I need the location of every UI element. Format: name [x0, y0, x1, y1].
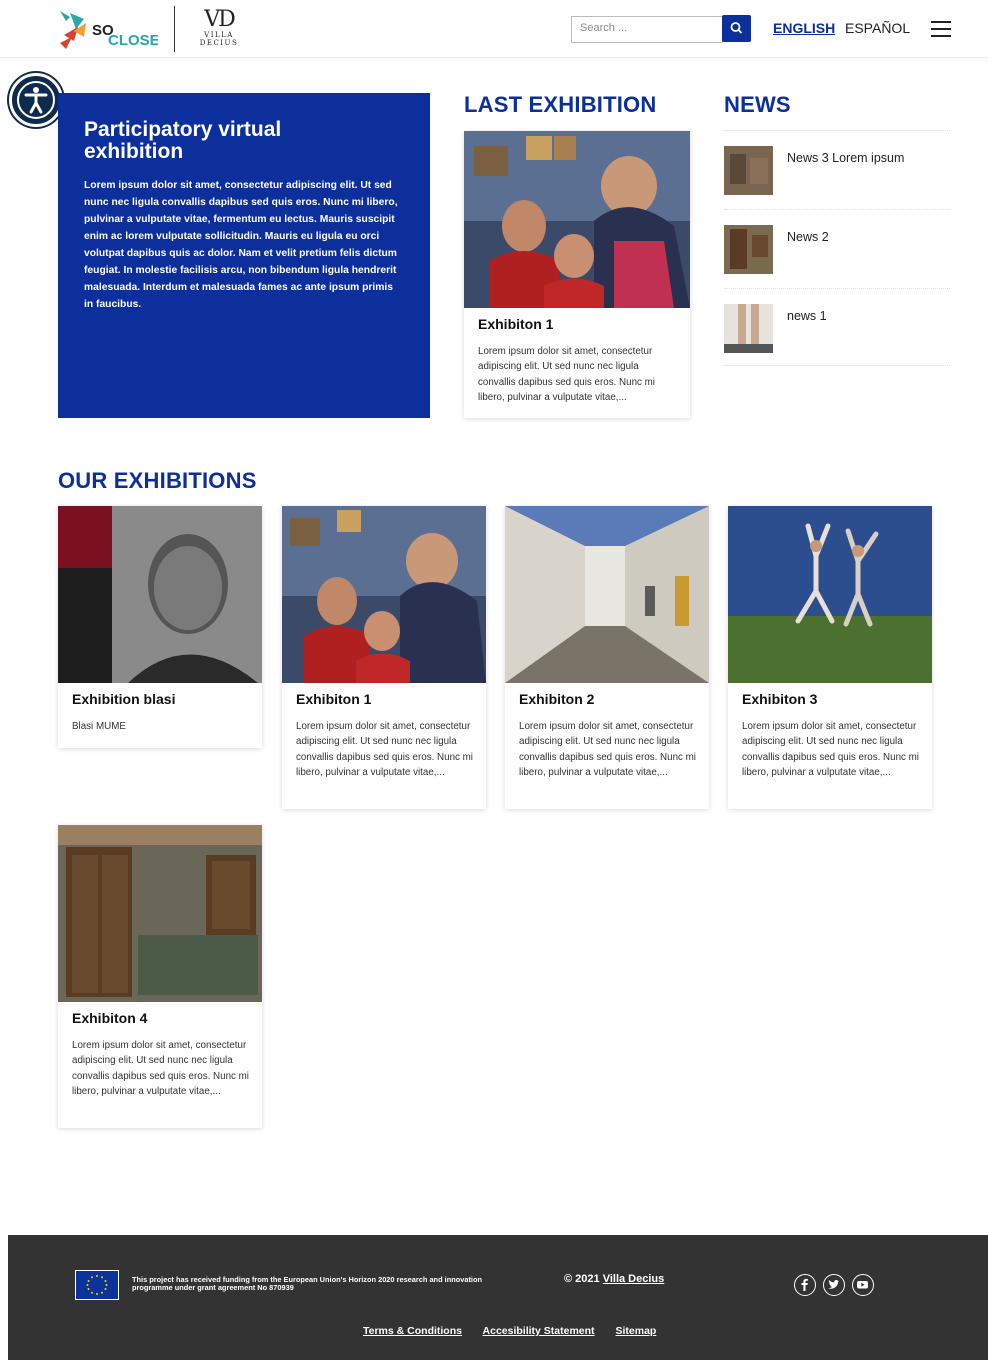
card-title: Exhibition blasi [72, 691, 176, 707]
exhibition-photo [505, 506, 709, 683]
news-title: News 3 Lorem ipsum [787, 151, 905, 165]
logo-vd-line1: VILLA [204, 31, 234, 39]
villa-decius-link[interactable]: Villa Decius [603, 1273, 665, 1285]
card-title: Exhibiton 4 [72, 1010, 148, 1026]
svg-text:CLOSE: CLOSE [108, 32, 158, 49]
facebook-icon[interactable] [794, 1274, 816, 1296]
copyright-prefix: © 2021 [564, 1273, 600, 1285]
card-text: Lorem ipsum dolor sit amet, consectetur … [742, 721, 919, 778]
news-thumbnail [724, 225, 773, 274]
card-text: Blasi MUME [72, 721, 126, 732]
exhibition-card[interactable]: Exhibition blasi Blasi MUME [58, 506, 262, 748]
exhibition-photo [58, 506, 262, 683]
card-title: Exhibiton 1 [296, 691, 372, 707]
news-item[interactable]: News 2 [724, 209, 950, 287]
twitter-icon[interactable] [823, 1274, 846, 1296]
search-button[interactable] [722, 15, 751, 42]
copyright: © 2021 Villa Decius [564, 1273, 664, 1285]
villa-decius-logo[interactable]: VD VILLA DECIUS [198, 9, 240, 49]
exhibition-photo [464, 131, 690, 308]
last-exhibition-heading: LAST EXHIBITION [464, 92, 657, 117]
logo-divider [174, 6, 175, 52]
card-text: Lorem ipsum dolor sit amet, consectetur … [478, 346, 655, 403]
exhibition-card[interactable]: Exhibiton 1 Lorem ipsum dolor sit amet, … [282, 506, 486, 809]
terms-link[interactable]: Terms & Conditions [363, 1325, 462, 1337]
site-footer: This project has received funding from t… [8, 1235, 988, 1360]
card-text: Lorem ipsum dolor sit amet, consectetur … [296, 721, 473, 778]
funding-notice: This project has received funding from t… [132, 1275, 483, 1293]
news-item[interactable]: News 3 Lorem ipsum [724, 130, 950, 208]
exhibition-card[interactable]: Exhibiton 3 Lorem ipsum dolor sit amet, … [728, 506, 932, 809]
hero-text: Lorem ipsum dolor sit amet, consectetur … [84, 180, 398, 310]
accessibility-statement-link[interactable]: Accesibility Statement [483, 1325, 595, 1337]
card-text: Lorem ipsum dolor sit amet, consectetur … [519, 721, 696, 778]
lang-spanish-link[interactable]: ESPAÑOL [845, 20, 910, 36]
exhibition-photo [58, 825, 262, 1002]
accessibility-icon [17, 81, 55, 119]
site-header: SO CLOSE VD VILLA DECIUS Search ... ENGL… [0, 0, 988, 58]
exhibition-card[interactable]: Exhibiton 4 Lorem ipsum dolor sit amet, … [58, 825, 262, 1128]
news-title: news 1 [787, 309, 827, 323]
card-title: Exhibiton 1 [478, 316, 554, 332]
search-input[interactable]: Search ... [571, 16, 723, 43]
card-text: Lorem ipsum dolor sit amet, consectetur … [72, 1040, 249, 1097]
card-title: Exhibiton 3 [742, 691, 818, 707]
exhibition-photo [282, 506, 486, 683]
last-exhibition-card[interactable]: Exhibiton 1 Lorem ipsum dolor sit amet, … [464, 131, 690, 418]
card-title: Exhibiton 2 [519, 691, 595, 707]
sitemap-link[interactable]: Sitemap [615, 1325, 656, 1337]
lang-english-link[interactable]: ENGLISH [773, 20, 835, 36]
accessibility-button[interactable] [9, 73, 63, 127]
exhibition-card[interactable]: Exhibiton 2 Lorem ipsum dolor sit amet, … [505, 506, 709, 809]
news-thumbnail [724, 304, 773, 353]
search-icon [730, 22, 743, 34]
news-title: News 2 [787, 230, 829, 244]
news-thumbnail [724, 146, 773, 195]
news-heading: NEWS [724, 92, 791, 117]
youtube-icon[interactable] [852, 1274, 875, 1296]
soclose-logo[interactable]: SO CLOSE [56, 7, 160, 51]
menu-icon[interactable] [931, 21, 951, 37]
social-links [794, 1274, 876, 1296]
hero-title: Participatory virtual exhibition [84, 118, 282, 163]
logo-vd-mark: VD [204, 7, 236, 32]
hero-panel: Participatory virtual exhibition Lorem i… [58, 93, 430, 418]
logo-vd-line2: DECIUS [199, 39, 239, 47]
exhibition-photo [728, 506, 932, 683]
our-exhibitions-heading: OUR EXHIBITIONS [58, 468, 257, 493]
eu-flag-icon [75, 1270, 119, 1300]
footer-links: Terms & Conditions Accesibility Statemen… [363, 1325, 674, 1337]
news-item[interactable]: news 1 [724, 288, 950, 366]
